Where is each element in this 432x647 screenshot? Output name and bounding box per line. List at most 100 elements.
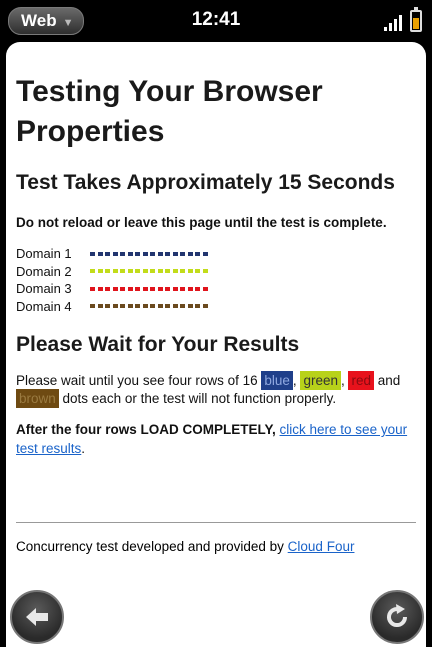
green-highlight: green <box>300 371 341 390</box>
progress-dot <box>90 286 95 291</box>
progress-dot <box>135 286 140 291</box>
progress-dot <box>195 286 200 291</box>
progress-dot <box>150 304 155 309</box>
progress-dot <box>157 304 163 309</box>
warning-text: Do not reload or leave this page until t… <box>16 215 387 230</box>
clock: 12:41 <box>191 9 241 30</box>
progress-dot <box>157 286 163 291</box>
brown-highlight: brown <box>16 389 59 408</box>
progress-dot <box>97 304 103 309</box>
progress-dot <box>180 286 185 291</box>
progress-dot <box>187 304 193 309</box>
progress-dot <box>127 251 133 256</box>
red-highlight: red <box>348 371 374 390</box>
results-heading: Please Wait for Your Results <box>16 333 300 356</box>
progress-dot <box>142 251 148 256</box>
domain-dots <box>90 304 208 309</box>
page-title: Testing Your Browser Properties <box>16 75 323 148</box>
progress-dot <box>165 304 170 309</box>
progress-dot <box>187 286 193 291</box>
domain-dots <box>90 269 208 274</box>
progress-dot <box>165 286 170 291</box>
domain-row: Domain 2 <box>16 263 416 281</box>
progress-dot <box>127 269 133 274</box>
progress-dot <box>112 286 118 291</box>
cloud-four-link[interactable]: Cloud Four <box>288 539 355 554</box>
progress-dot <box>97 269 103 274</box>
progress-dot <box>97 251 103 256</box>
progress-dot <box>142 304 148 309</box>
progress-dot <box>112 304 118 309</box>
results-prompt: After the four rows LOAD COMPLETELY, cli… <box>16 420 416 458</box>
progress-dot <box>202 286 208 291</box>
back-button[interactable] <box>10 590 64 644</box>
progress-dot <box>195 269 200 274</box>
progress-dot <box>172 286 178 291</box>
page-body: Testing Your Browser Properties Test Tak… <box>16 72 416 458</box>
progress-dot <box>135 304 140 309</box>
progress-dot <box>97 286 103 291</box>
progress-dot <box>172 269 178 274</box>
progress-dot <box>112 251 118 256</box>
reload-button[interactable] <box>370 590 424 644</box>
domain-label: Domain 2 <box>16 263 72 279</box>
footer-text: Concurrency test developed and provided … <box>16 539 288 554</box>
progress-dot <box>90 251 95 256</box>
progress-dot <box>187 251 193 256</box>
progress-dot <box>202 251 208 256</box>
reload-icon <box>387 604 408 627</box>
progress-dot <box>195 251 200 256</box>
progress-dot <box>180 304 185 309</box>
progress-dot <box>112 269 118 274</box>
domain-list: Domain 1 Domain 2 Domain 3 Domain 4 <box>16 245 416 315</box>
domain-dots <box>90 286 208 291</box>
progress-dot <box>165 251 170 256</box>
web-page: Testing Your Browser Properties Test Tak… <box>6 42 426 647</box>
progress-dot <box>105 304 110 309</box>
blue-highlight: blue <box>261 371 293 390</box>
footer: Concurrency test developed and provided … <box>16 539 416 554</box>
progress-dot <box>90 269 95 274</box>
progress-dot <box>187 269 193 274</box>
progress-dot <box>135 251 140 256</box>
instructions-outro: dots each or the test will not function … <box>58 391 337 406</box>
progress-dot <box>105 269 110 274</box>
progress-dot <box>105 286 110 291</box>
domain-row: Domain 4 <box>16 298 416 316</box>
progress-dot <box>180 269 185 274</box>
progress-dot <box>127 304 133 309</box>
instructions-text: Please wait until you see four rows of 1… <box>16 371 416 408</box>
progress-dot <box>150 269 155 274</box>
progress-dot <box>172 304 178 309</box>
conjunction: and <box>374 373 401 388</box>
battery-icon <box>410 7 422 32</box>
progress-dot <box>90 304 95 309</box>
progress-dot <box>165 269 170 274</box>
back-arrow-icon <box>26 608 48 626</box>
domain-label: Domain 1 <box>16 246 72 261</box>
progress-dot <box>172 251 178 256</box>
results-prompt-end: . <box>81 441 86 456</box>
progress-dot <box>180 251 185 256</box>
instructions-intro: Please wait until you see four rows of 1… <box>16 373 262 388</box>
domain-label: Domain 4 <box>16 298 72 314</box>
domain-row: Domain 1 <box>16 245 416 263</box>
progress-dot <box>142 269 148 274</box>
results-prompt-bold: After the four rows LOAD COMPLETELY, <box>16 422 280 437</box>
domain-label: Domain 3 <box>16 281 72 296</box>
progress-dot <box>142 286 148 291</box>
domain-row: Domain 3 <box>16 280 416 298</box>
signal-strength-icon <box>384 15 406 31</box>
progress-dot <box>120 251 125 256</box>
progress-dot <box>150 251 155 256</box>
progress-dot <box>195 304 200 309</box>
progress-dot <box>157 251 163 256</box>
progress-dot <box>105 251 110 256</box>
progress-dot <box>202 269 208 274</box>
progress-dot <box>120 269 125 274</box>
progress-dot <box>135 269 140 274</box>
domain-dots <box>90 251 208 256</box>
progress-dot <box>202 304 208 309</box>
divider <box>16 522 416 523</box>
progress-dot <box>127 286 133 291</box>
